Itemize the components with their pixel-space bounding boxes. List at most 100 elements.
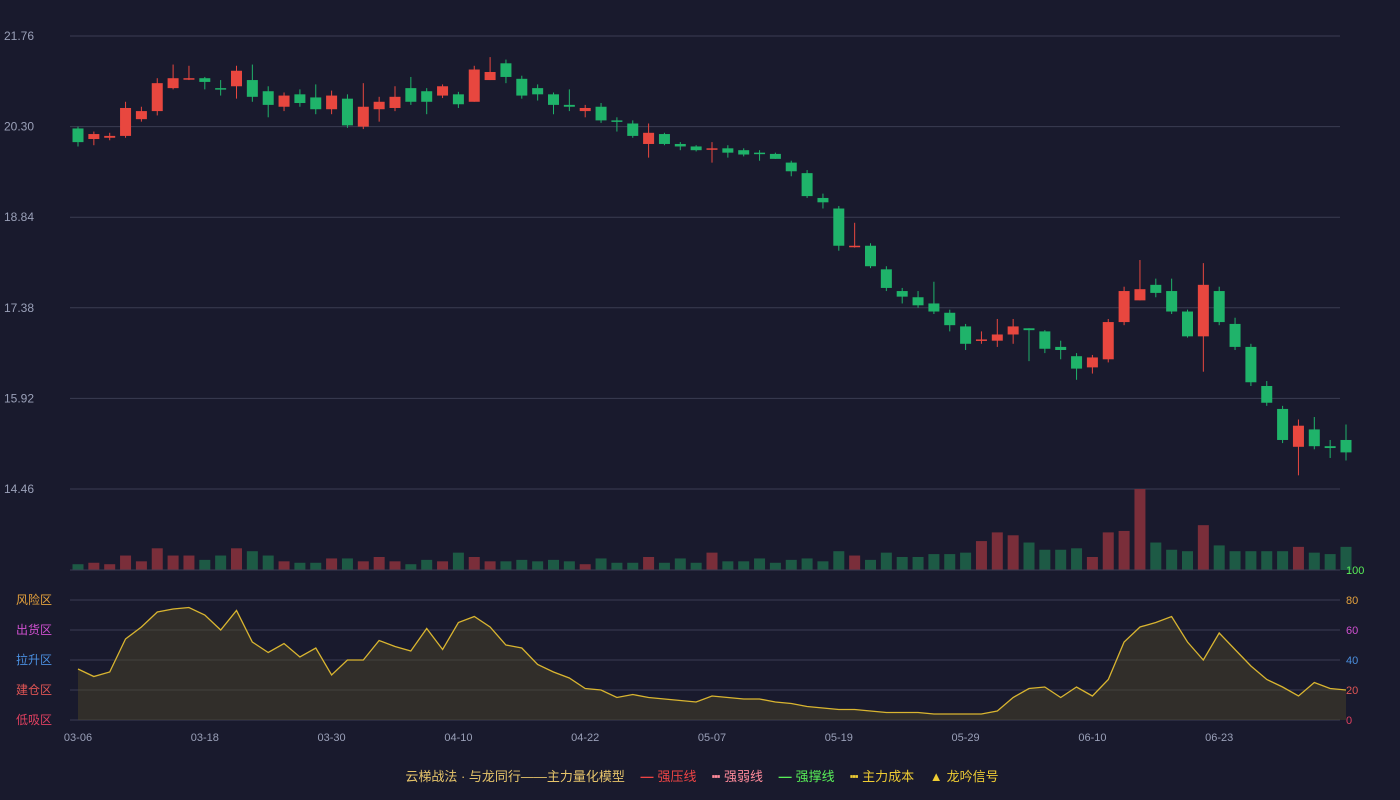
- candle-body: [183, 78, 195, 80]
- volume-bar: [1039, 549, 1051, 570]
- legend-item-resistance[interactable]: — 强压线: [641, 766, 697, 785]
- indicator-tick-label: 60: [1346, 625, 1358, 637]
- candle-body: [326, 95, 338, 110]
- volume-bar: [865, 559, 876, 570]
- x-tick-label: 06-23: [1205, 732, 1233, 744]
- volume-bar: [1292, 546, 1304, 570]
- legend-item-support[interactable]: — 强撑线: [779, 766, 835, 785]
- volume-bar: [912, 556, 924, 570]
- volume-bar: [357, 561, 369, 570]
- x-tick-label: 03-18: [191, 732, 219, 744]
- volume-bar: [468, 556, 480, 570]
- price-tick-label: 17.38: [4, 301, 34, 315]
- legend-item-strength[interactable]: ┅ 强弱线: [712, 766, 763, 785]
- candle-body: [658, 134, 670, 144]
- volume-bar: [849, 555, 861, 570]
- legend-item-cost[interactable]: ┅ 主力成本: [850, 766, 914, 785]
- volume-bar: [1182, 551, 1193, 570]
- volume-bar: [801, 558, 813, 570]
- legend-label-strength: 强弱线: [724, 769, 764, 784]
- candle-body: [1340, 439, 1352, 453]
- volume-bar: [135, 561, 147, 570]
- candle-body: [769, 153, 781, 159]
- candle-body: [341, 98, 353, 126]
- candle-body: [500, 63, 512, 77]
- candle-body: [231, 70, 242, 87]
- volume-bar: [405, 564, 417, 570]
- chart-stage: 21.76 20.30 18.84 17.38 15.92 14.46 100 80 60 40 2…: [0, 0, 1400, 800]
- indicator-tick-label: 40: [1346, 655, 1358, 667]
- volume-bar: [1261, 551, 1273, 570]
- volume-bar: [104, 564, 116, 570]
- candle-body: [468, 69, 480, 102]
- x-tick-label: 04-10: [444, 732, 472, 744]
- candle-body: [310, 97, 322, 110]
- candle-body: [722, 148, 734, 153]
- volume-bar: [1007, 535, 1019, 570]
- volume-bar: [294, 562, 306, 570]
- volume-bar: [1055, 549, 1067, 570]
- volume-bar: [928, 554, 940, 570]
- candle-body: [294, 94, 306, 104]
- candle-body: [1245, 346, 1257, 383]
- volume-bar: [991, 532, 1003, 570]
- legend-item-signal[interactable]: ▲ 龙吟信号: [930, 766, 999, 785]
- x-tick-label: 05-19: [825, 732, 853, 744]
- candle-body: [960, 326, 972, 344]
- volume-bar: [754, 558, 766, 570]
- candle-body: [215, 88, 227, 90]
- volume-bar: [785, 559, 797, 570]
- candle-body: [674, 143, 686, 147]
- volume-bar: [896, 556, 908, 570]
- candle-body: [104, 135, 116, 138]
- volume-bar: [310, 562, 322, 570]
- candle-body: [1086, 357, 1098, 368]
- candle-body: [421, 91, 433, 102]
- candle-body: [357, 106, 369, 127]
- volume-bar: [373, 556, 385, 570]
- volume-bar: [532, 561, 544, 570]
- candle-body: [579, 107, 591, 112]
- legend-mark-resistance: —: [640, 769, 654, 784]
- candle-body: [1277, 408, 1289, 440]
- candle-body: [1308, 429, 1320, 447]
- volume-bar: [1308, 552, 1320, 570]
- volume-bar: [516, 559, 528, 570]
- candle-body: [246, 80, 258, 97]
- candle-body: [1292, 425, 1304, 447]
- candle-body: [278, 95, 290, 107]
- candle-body: [88, 134, 100, 140]
- candle-body: [1150, 284, 1162, 293]
- candle-body: [912, 297, 924, 306]
- x-tick-label: 03-06: [64, 732, 92, 744]
- legend-mark-support: —: [778, 769, 792, 784]
- volume-bar: [1166, 549, 1178, 570]
- candle-body: [865, 245, 876, 267]
- volume-bar: [975, 541, 987, 570]
- candle-body: [1102, 322, 1114, 360]
- volume-bar: [215, 555, 227, 570]
- zone-label: 拉升区: [16, 652, 52, 667]
- candle-body: [1261, 385, 1273, 403]
- volume-bar: [611, 562, 623, 570]
- volume-bar: [674, 558, 686, 570]
- volume-bar: [1213, 545, 1225, 570]
- volume-tick-label: 100: [1346, 565, 1364, 577]
- volume-bar: [72, 564, 84, 570]
- candle-body: [1118, 291, 1130, 323]
- zone-label: 出货区: [16, 622, 52, 637]
- volume-bar: [960, 552, 972, 570]
- indicator-tick-label: 80: [1346, 595, 1358, 607]
- volume-bar: [484, 561, 496, 570]
- volume-bar: [1102, 532, 1114, 570]
- price-tick-label: 18.84: [4, 210, 34, 224]
- candle-body: [849, 245, 861, 248]
- candle-body: [516, 78, 528, 96]
- candle-body: [1182, 311, 1193, 337]
- volume-bar: [722, 561, 734, 570]
- candle-body: [611, 120, 623, 122]
- candle-body: [199, 78, 211, 82]
- volume-bar: [706, 552, 718, 570]
- volume-bar: [1197, 525, 1209, 570]
- volume-bar: [421, 559, 433, 570]
